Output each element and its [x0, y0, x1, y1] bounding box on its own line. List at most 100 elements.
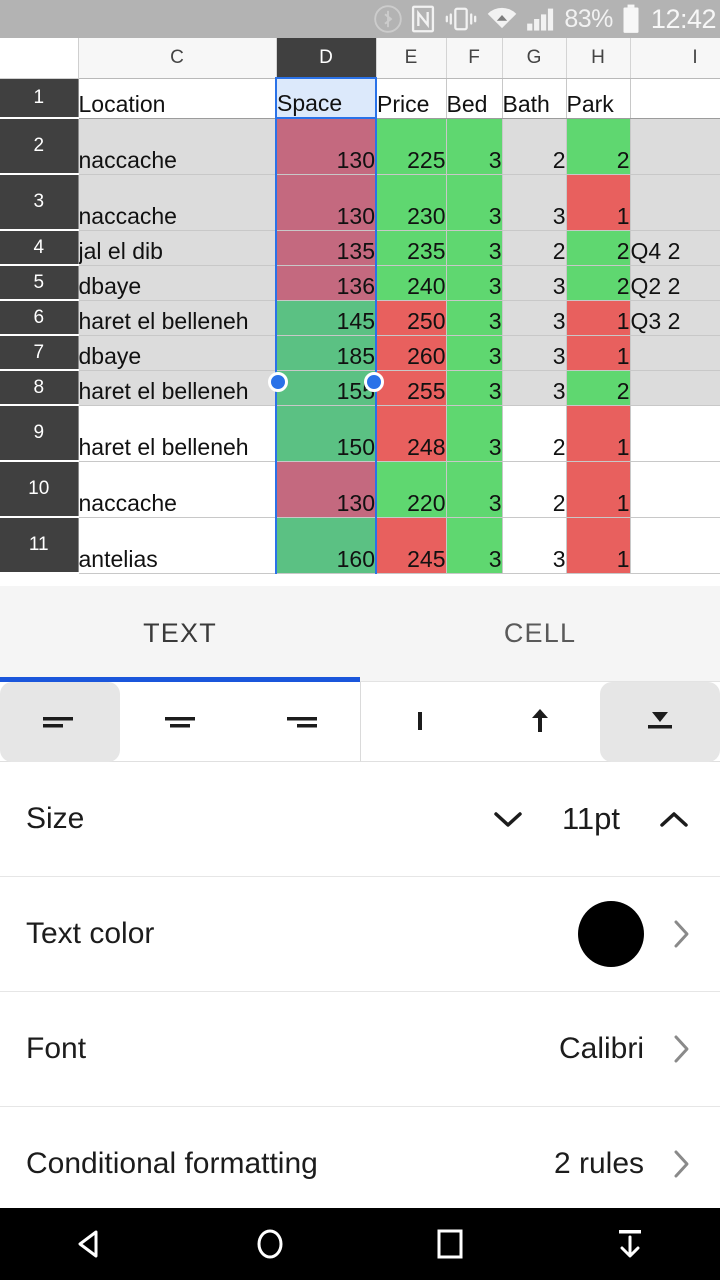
column-header-i[interactable]: I	[630, 38, 720, 79]
cell-e10[interactable]: 220	[376, 461, 447, 518]
chevron-right-icon[interactable]	[668, 1029, 694, 1069]
cell-i6[interactable]: Q3 2	[630, 300, 720, 336]
cell-d10[interactable]: 130	[275, 461, 377, 518]
option-row-conditional-formatting[interactable]: Conditional formatting 2 rules	[0, 1107, 720, 1222]
cell-f2[interactable]: 3	[446, 118, 503, 175]
column-header-h[interactable]: H	[566, 38, 631, 79]
home-button[interactable]	[210, 1208, 330, 1280]
select-all-corner[interactable]	[0, 38, 79, 79]
cell-d9[interactable]: 150	[275, 405, 377, 462]
cell-d3[interactable]: 130	[275, 174, 377, 231]
cell-i5[interactable]: Q2 2	[630, 265, 720, 301]
cell-c10[interactable]: naccache	[78, 461, 277, 518]
spreadsheet-grid[interactable]: C D E F G H I 1 Location Space Price Bed…	[0, 38, 720, 586]
cell-h4[interactable]: 2	[566, 230, 631, 266]
cell-e5[interactable]: 240	[376, 265, 447, 301]
cell-i11[interactable]	[630, 517, 720, 574]
align-middle-button[interactable]	[480, 682, 600, 762]
cell-g7[interactable]: 3	[502, 335, 567, 371]
cell-d6[interactable]: 145	[275, 300, 377, 336]
cell-f5[interactable]: 3	[446, 265, 503, 301]
cell-e7[interactable]: 260	[376, 335, 447, 371]
cell-f11[interactable]: 3	[446, 517, 503, 574]
option-row-text-color[interactable]: Text color	[0, 877, 720, 992]
table-row[interactable]: 1 Location Space Price Bed Bath Park	[0, 77, 720, 119]
cell-i3[interactable]	[630, 174, 720, 231]
table-row[interactable]: 11 antelias 160 245 3 3 1	[0, 517, 720, 574]
column-header-c[interactable]: C	[78, 38, 277, 79]
row-header-2[interactable]: 2	[0, 118, 79, 175]
cell-f1[interactable]: Bed	[446, 78, 503, 119]
cell-c3[interactable]: naccache	[78, 174, 277, 231]
cell-i2[interactable]	[630, 118, 720, 175]
row-header-11[interactable]: 11	[0, 517, 79, 574]
table-row[interactable]: 2 naccache 130 225 3 2 2	[0, 118, 720, 175]
table-row[interactable]: 8 haret el belleneh 155 255 3 3 2	[0, 370, 720, 406]
cell-e2[interactable]: 225	[376, 118, 447, 175]
cell-e11[interactable]: 245	[376, 517, 447, 574]
chevron-right-icon[interactable]	[668, 1144, 694, 1184]
align-bottom-button[interactable]	[600, 681, 720, 762]
align-left-button[interactable]	[0, 681, 120, 762]
cell-c6[interactable]: haret el belleneh	[78, 300, 277, 336]
table-row[interactable]: 9 haret el belleneh 150 248 3 2 1	[0, 405, 720, 462]
align-center-button[interactable]	[120, 682, 240, 762]
cell-h5[interactable]: 2	[566, 265, 631, 301]
cell-d4[interactable]: 135	[275, 230, 377, 266]
cell-f3[interactable]: 3	[446, 174, 503, 231]
column-header-d[interactable]: D	[276, 38, 377, 79]
chevron-down-icon[interactable]	[488, 806, 528, 832]
cell-g10[interactable]: 2	[502, 461, 567, 518]
option-row-size[interactable]: Size 11pt	[0, 762, 720, 877]
row-header-5[interactable]: 5	[0, 265, 79, 301]
cell-d5[interactable]: 136	[275, 265, 377, 301]
cell-c9[interactable]: haret el belleneh	[78, 405, 277, 462]
cell-g4[interactable]: 2	[502, 230, 567, 266]
selection-handle-start[interactable]	[268, 372, 288, 392]
back-button[interactable]	[30, 1208, 150, 1280]
cell-c11[interactable]: antelias	[78, 517, 277, 574]
column-header-g[interactable]: G	[502, 38, 567, 79]
cell-c2[interactable]: naccache	[78, 118, 277, 175]
row-header-8[interactable]: 8	[0, 370, 79, 406]
cell-g3[interactable]: 3	[502, 174, 567, 231]
cell-c5[interactable]: dbaye	[78, 265, 277, 301]
cell-h2[interactable]: 2	[566, 118, 631, 175]
row-header-10[interactable]: 10	[0, 461, 79, 518]
align-right-button[interactable]	[240, 682, 360, 762]
cell-d2[interactable]: 130	[275, 118, 377, 175]
cell-e4[interactable]: 235	[376, 230, 447, 266]
cell-i10[interactable]	[630, 461, 720, 518]
column-header-f[interactable]: F	[446, 38, 503, 79]
cell-d1[interactable]: Space	[275, 77, 377, 119]
cell-f4[interactable]: 3	[446, 230, 503, 266]
cell-i1[interactable]	[630, 78, 720, 119]
cell-e6[interactable]: 250	[376, 300, 447, 336]
row-header-4[interactable]: 4	[0, 230, 79, 266]
row-header-9[interactable]: 9	[0, 405, 79, 462]
recents-button[interactable]	[390, 1208, 510, 1280]
cell-g11[interactable]: 3	[502, 517, 567, 574]
cell-e3[interactable]: 230	[376, 174, 447, 231]
cell-h9[interactable]: 1	[566, 405, 631, 462]
cell-f8[interactable]: 3	[446, 370, 503, 406]
table-row[interactable]: 4 jal el dib 135 235 3 2 2 Q4 2	[0, 230, 720, 266]
cell-d7[interactable]: 185	[275, 335, 377, 371]
cell-h8[interactable]: 2	[566, 370, 631, 406]
chevron-up-icon[interactable]	[654, 806, 694, 832]
cell-h11[interactable]: 1	[566, 517, 631, 574]
cell-f10[interactable]: 3	[446, 461, 503, 518]
selection-handle-end[interactable]	[364, 372, 384, 392]
cell-g8[interactable]: 3	[502, 370, 567, 406]
row-header-1[interactable]: 1	[0, 78, 79, 119]
cell-e1[interactable]: Price	[376, 78, 447, 119]
column-header-e[interactable]: E	[376, 38, 447, 79]
table-row[interactable]: 3 naccache 130 230 3 3 1	[0, 174, 720, 231]
tab-text[interactable]: TEXT	[0, 586, 360, 682]
color-swatch[interactable]	[578, 901, 644, 967]
cell-f6[interactable]: 3	[446, 300, 503, 336]
cell-c7[interactable]: dbaye	[78, 335, 277, 371]
cell-d8[interactable]: 155	[275, 370, 377, 406]
cell-c1[interactable]: Location	[78, 78, 277, 119]
row-header-7[interactable]: 7	[0, 335, 79, 371]
